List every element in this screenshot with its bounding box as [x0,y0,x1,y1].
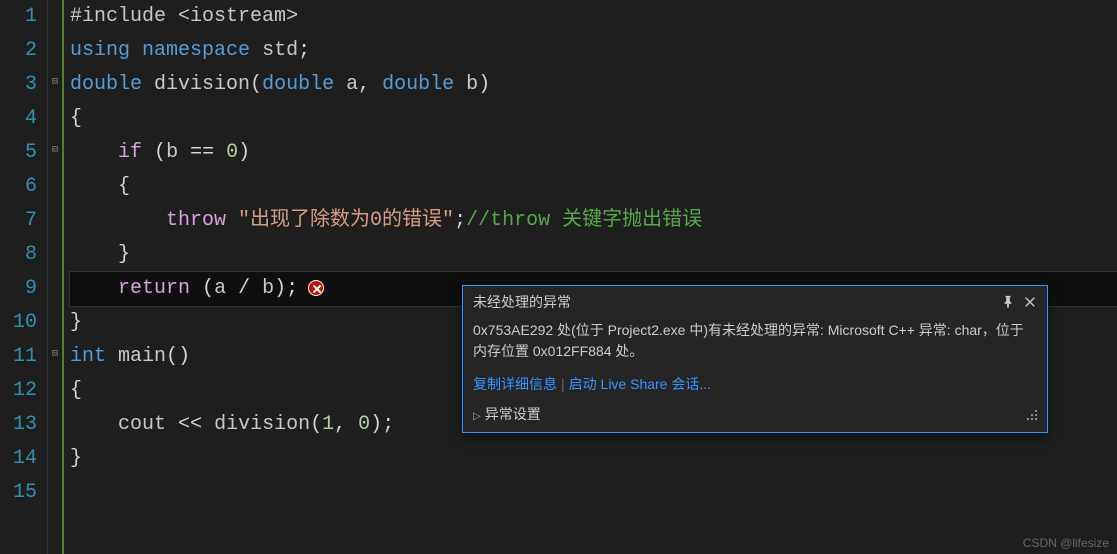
code-line: { [70,102,1117,136]
code-line: throw "出现了除数为0的错误";//throw 关键字抛出错误 [70,204,1117,238]
line-number: 4 [10,102,37,136]
line-number: 6 [10,170,37,204]
code-line: { [70,170,1117,204]
line-number: 13 [10,408,37,442]
line-number: 7 [10,204,37,238]
line-number: 14 [10,442,37,476]
code-line [70,476,1117,510]
code-editor: 1 2 3 4 5 6 7 8 9 10 11 12 13 14 15 ⊟ ⊟ … [0,0,1117,554]
copy-details-link[interactable]: 复制详细信息 [473,376,557,392]
fold-toggle-icon[interactable]: ⊟ [50,144,60,156]
fold-toggle-icon[interactable]: ⊟ [50,348,60,360]
code-line: if (b == 0) [70,136,1117,170]
code-area[interactable]: #include <iostream> using namespace std;… [62,0,1117,554]
line-number: 11 [10,340,37,374]
error-badge-icon[interactable] [308,280,324,296]
code-line: } [70,238,1117,272]
line-number: 15 [10,476,37,510]
exception-popup: 未经处理的异常 0x753AE292 处(位于 Project2.exe 中)有… [462,285,1048,433]
popup-links: 复制详细信息|启动 Live Share 会话... [463,370,1047,398]
line-number: 5 [10,136,37,170]
line-number: 1 [10,0,37,34]
close-icon[interactable] [1023,295,1037,309]
line-number: 10 [10,306,37,340]
line-number: 12 [10,374,37,408]
watermark: CSDN @lifesize [1023,536,1109,550]
line-number: 2 [10,34,37,68]
popup-title: 未经处理的异常 [473,292,1001,312]
line-number: 3 [10,68,37,102]
code-line: } [70,442,1117,476]
popup-header: 未经处理的异常 [463,286,1047,316]
code-line: #include <iostream> [70,0,1117,34]
pin-icon[interactable] [1001,295,1015,309]
line-number: 9 [10,272,37,306]
fold-column: ⊟ ⊟ ⊟ [48,0,62,554]
line-number: 8 [10,238,37,272]
live-share-link[interactable]: 启动 Live Share 会话... [569,376,711,392]
exception-settings-toggle[interactable]: 异常设置 [473,404,541,424]
code-line: using namespace std; [70,34,1117,68]
popup-message: 0x753AE292 处(位于 Project2.exe 中)有未经处理的异常:… [463,316,1047,370]
line-number-gutter: 1 2 3 4 5 6 7 8 9 10 11 12 13 14 15 [0,0,48,554]
fold-toggle-icon[interactable]: ⊟ [50,76,60,88]
resize-grip-icon[interactable] [1025,408,1037,420]
code-line: double division(double a, double b) [70,68,1117,102]
